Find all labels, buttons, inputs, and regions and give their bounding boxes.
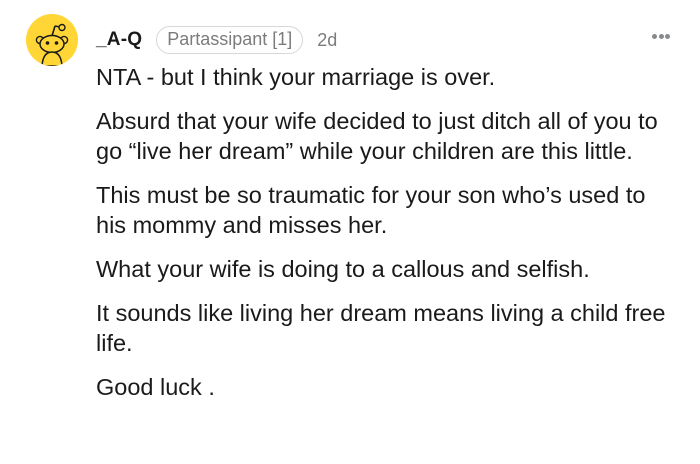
more-options-button[interactable]: [646, 24, 676, 48]
comment-header: _A-Q Partassipant [1] 2d: [96, 26, 337, 54]
reddit-snoo-avatar-icon: [35, 23, 69, 66]
username-link[interactable]: _A-Q: [96, 29, 142, 51]
more-options-icon-dot: [658, 33, 664, 39]
comment: _A-Q Partassipant [1] 2d NTA - but I thi…: [0, 0, 700, 464]
comment-paragraph: It sounds like living her dream means li…: [96, 300, 666, 356]
comment-timestamp[interactable]: 2d: [317, 30, 337, 51]
avatar[interactable]: [26, 14, 78, 66]
comment-paragraph: Good luck .: [96, 374, 215, 400]
user-flair-badge: Partassipant [1]: [156, 26, 304, 54]
more-options-icon: [652, 33, 657, 39]
comment-paragraph: What your wife is doing to a callous and…: [96, 256, 590, 282]
comment-paragraph: This must be so traumatic for your son w…: [96, 182, 646, 238]
comment-paragraph: NTA - but I think your marriage is over.: [96, 64, 496, 90]
more-options-icon-dot: [665, 33, 670, 39]
comment-paragraph: Absurd that your wife decided to just di…: [96, 108, 658, 164]
comment-body: NTA - but I think your marriage is over.…: [96, 62, 676, 416]
